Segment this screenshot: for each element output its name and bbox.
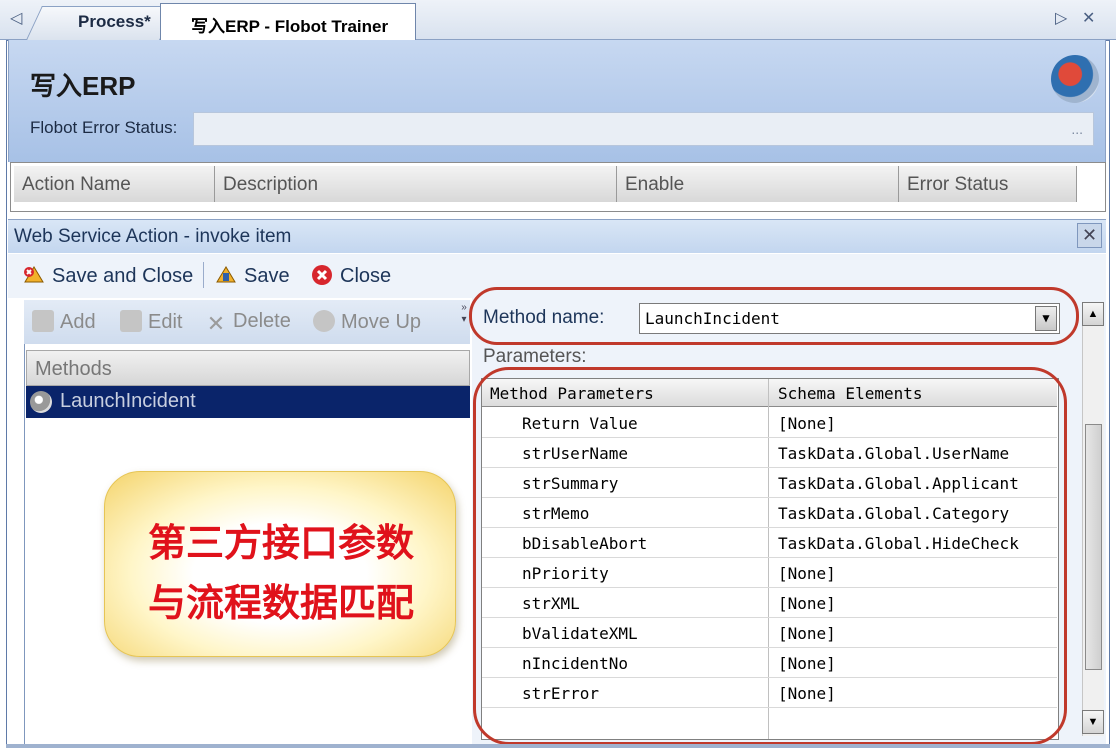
error-status-ellipsis-button[interactable]: ... bbox=[1071, 121, 1083, 137]
delete-icon: ✕ bbox=[206, 311, 226, 336]
tab-flobot-trainer-label: 写入ERP - Flobot Trainer bbox=[191, 17, 389, 36]
page-title: 写入ERP bbox=[30, 71, 136, 101]
callout-annotation: 第三方接口参数 与流程数据匹配 bbox=[104, 471, 456, 657]
column-header-enable[interactable]: Enable bbox=[617, 166, 899, 202]
scroll-down-button[interactable]: ▼ bbox=[1082, 710, 1104, 734]
tab-flobot-trainer[interactable]: 写入ERP - Flobot Trainer bbox=[160, 3, 416, 41]
error-status-field[interactable]: ... bbox=[193, 112, 1094, 146]
move-up-button[interactable]: Move Up bbox=[313, 310, 421, 334]
save-and-close-button[interactable]: Save and Close bbox=[22, 264, 193, 288]
save-label: Save bbox=[244, 265, 290, 287]
parameters-label: Parameters: bbox=[483, 346, 587, 367]
parameters-highlight-oval bbox=[473, 367, 1067, 745]
close-label: Close bbox=[340, 265, 392, 287]
column-header-error-status[interactable]: Error Status bbox=[899, 166, 1077, 202]
move-up-label: Move Up bbox=[341, 311, 422, 333]
method-highlight-oval bbox=[469, 287, 1079, 345]
callout-line-1: 第三方接口参数 bbox=[147, 520, 414, 565]
method-list-item-label: LaunchIncident bbox=[60, 390, 196, 412]
flobot-logo-icon bbox=[1051, 55, 1099, 103]
tab-scroll-left-icon[interactable]: ◁ bbox=[10, 8, 22, 28]
save-button[interactable]: Save bbox=[214, 264, 290, 288]
sub-window-close-button[interactable]: ✕ bbox=[1077, 223, 1102, 248]
error-status-label: Flobot Error Status: bbox=[30, 118, 178, 137]
column-header-action-name[interactable]: Action Name bbox=[14, 166, 215, 202]
scroll-up-button[interactable]: ▲ bbox=[1082, 302, 1104, 326]
toolbar-separator bbox=[203, 262, 204, 288]
save-icon bbox=[214, 264, 238, 286]
method-icon bbox=[30, 391, 52, 413]
close-circle-icon bbox=[310, 264, 334, 286]
methods-column-header[interactable]: Methods bbox=[26, 350, 470, 386]
edit-label: Edit bbox=[148, 311, 183, 333]
add-icon bbox=[32, 310, 54, 332]
add-label: Add bbox=[60, 311, 96, 333]
tab-scroll-right-icon[interactable]: ▷ bbox=[1055, 8, 1067, 28]
sub-window-title-bar: Web Service Action - invoke item bbox=[8, 219, 1106, 253]
delete-button[interactable]: ✕ Delete bbox=[205, 310, 291, 335]
move-up-icon bbox=[313, 310, 335, 332]
method-list-item[interactable]: LaunchIncident bbox=[26, 386, 470, 418]
callout-line-2: 与流程数据匹配 bbox=[147, 580, 414, 625]
tab-process-label[interactable]: Process* bbox=[78, 12, 151, 32]
bottom-border bbox=[6, 744, 1110, 748]
column-header-description[interactable]: Description bbox=[215, 166, 617, 202]
toolbar-overflow-icon[interactable]: » ▾ bbox=[458, 302, 470, 340]
edit-icon bbox=[120, 310, 142, 332]
save-and-close-label: Save and Close bbox=[52, 265, 194, 287]
scrollbar-thumb[interactable] bbox=[1085, 424, 1102, 670]
add-button[interactable]: Add bbox=[32, 310, 96, 334]
close-button[interactable]: Close bbox=[310, 264, 391, 288]
delete-label: Delete bbox=[233, 310, 291, 332]
save-close-icon bbox=[22, 264, 46, 286]
close-tab-icon[interactable]: ✕ bbox=[1082, 8, 1095, 28]
edit-button[interactable]: Edit bbox=[120, 310, 182, 334]
sub-window-title: Web Service Action - invoke item bbox=[14, 226, 292, 247]
action-grid: Action Name Description Enable Error Sta… bbox=[10, 162, 1106, 212]
